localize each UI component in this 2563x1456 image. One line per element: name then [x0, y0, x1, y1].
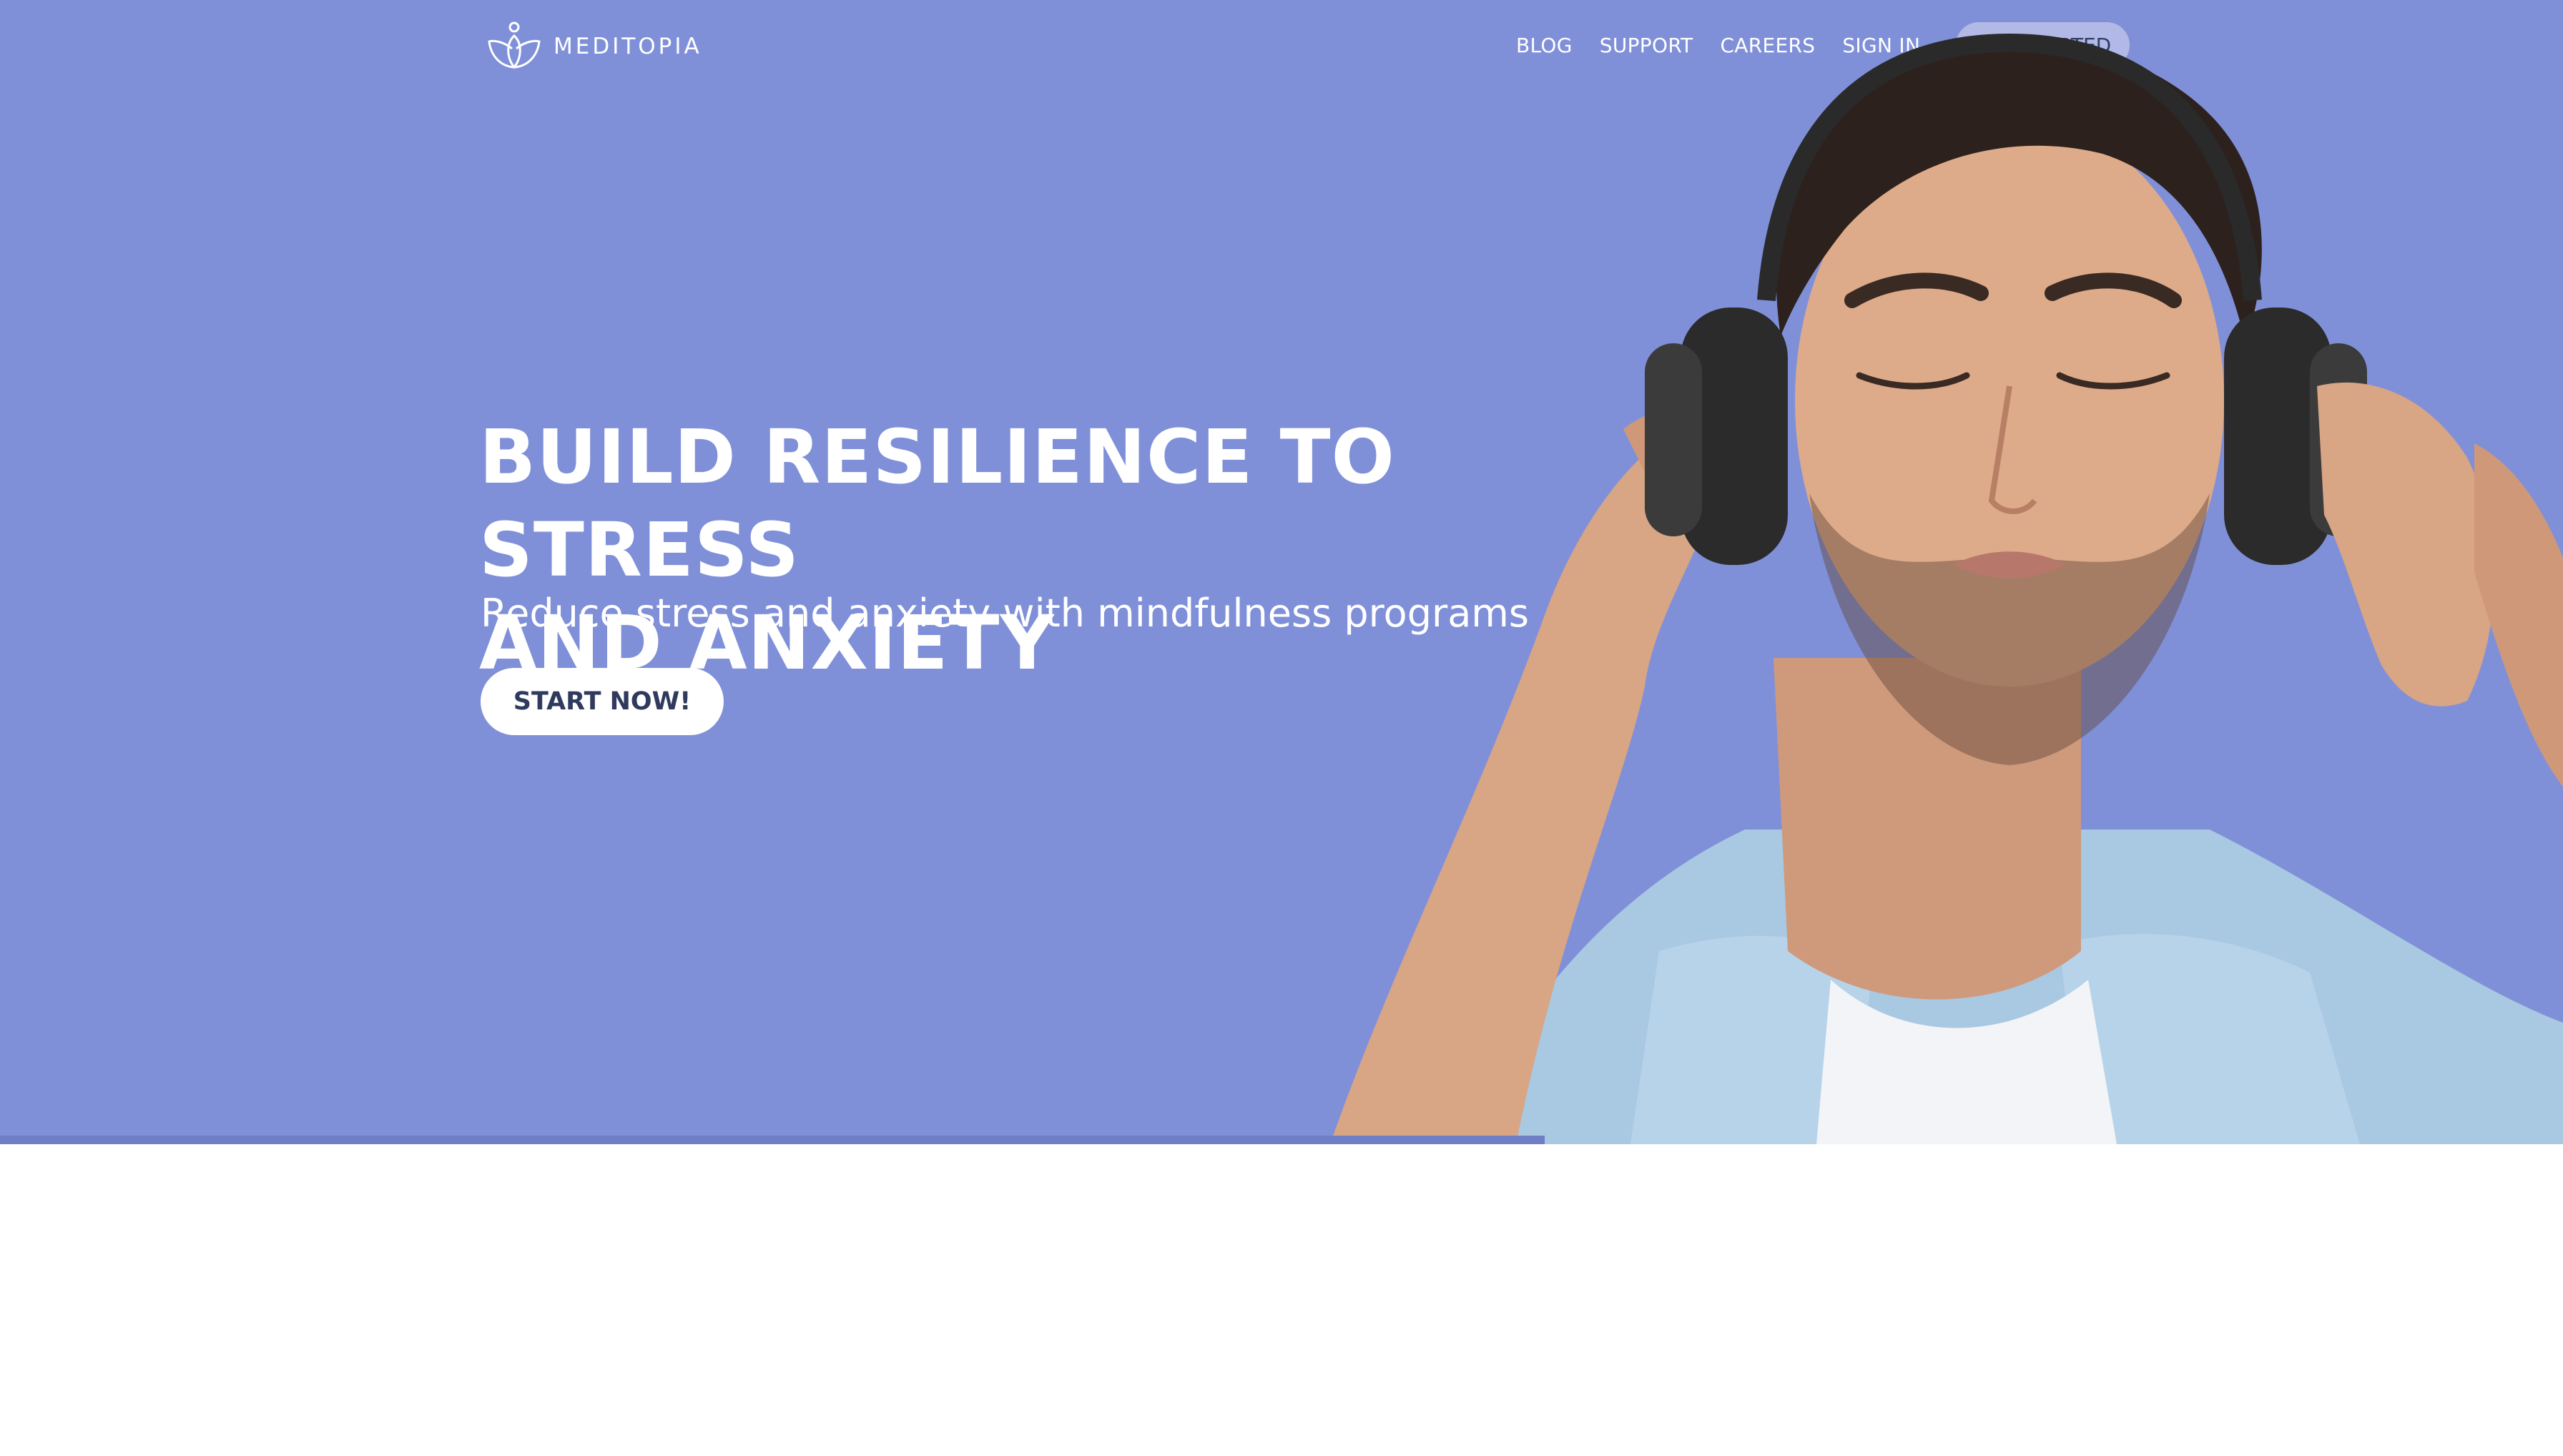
start-now-button[interactable]: START NOW!	[481, 668, 724, 735]
lotus-icon	[488, 21, 541, 69]
hero-bottom-border	[0, 1136, 1545, 1144]
hero-headline-line-1: BUILD RESILIENCE TO STRESS	[479, 413, 1395, 594]
man-with-headphones-photo	[1330, 33, 2563, 1144]
hero-section: MEDITOPIA BLOG SUPPORT CAREERS SIGN IN G…	[0, 0, 2563, 1144]
brand-logo[interactable]: MEDITOPIA	[485, 20, 702, 73]
content-area	[0, 1144, 2563, 1456]
brand-name: MEDITOPIA	[554, 34, 702, 59]
